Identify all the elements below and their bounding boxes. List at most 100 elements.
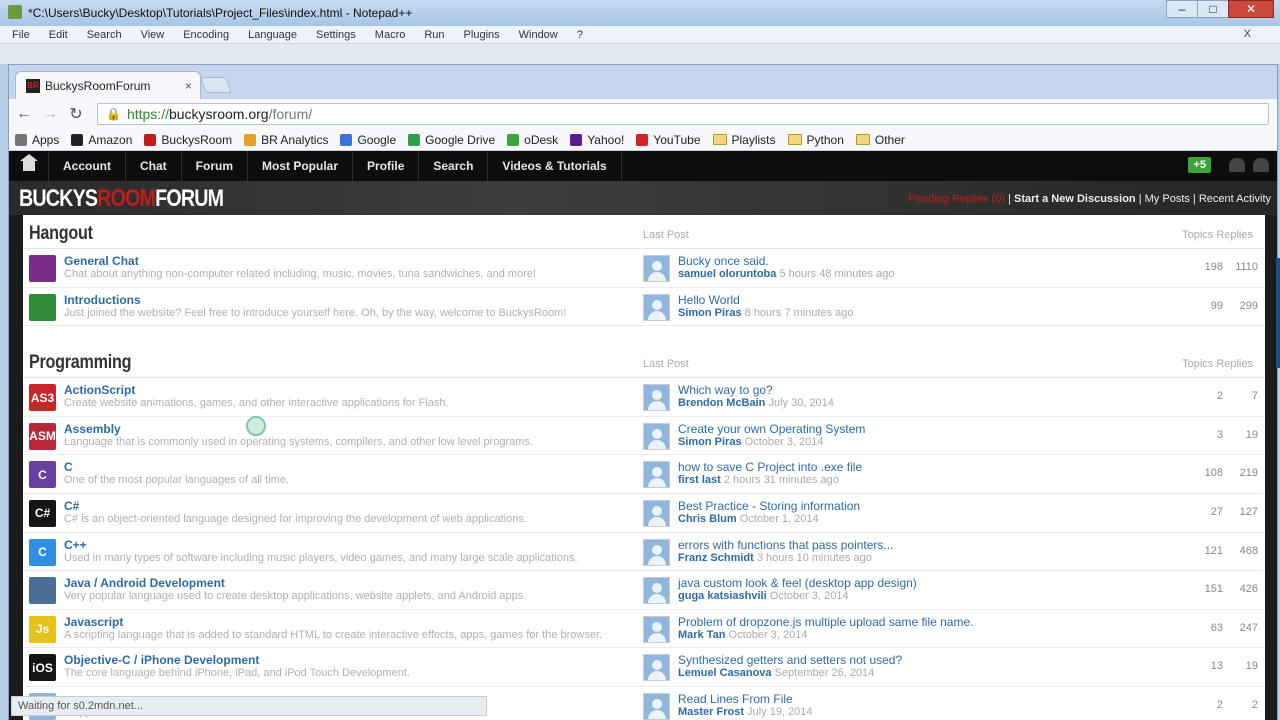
c-icon[interactable]: C: [29, 461, 56, 489]
bookmark-item[interactable]: Google: [340, 133, 396, 147]
nav-item[interactable]: Chat: [126, 151, 182, 181]
tab-close-icon[interactable]: ×: [185, 79, 192, 93]
forum-name-link[interactable]: C#: [64, 499, 79, 513]
csharp-icon[interactable]: C#: [29, 499, 56, 527]
forum-name-link[interactable]: Assembly: [64, 422, 121, 436]
last-post-link[interactable]: how to save C Project into .exe file: [678, 460, 862, 474]
last-post-user-link[interactable]: samuel oloruntoba: [678, 268, 776, 280]
close-doc-button[interactable]: X: [1244, 28, 1251, 40]
bookmark-item[interactable]: Python: [787, 133, 844, 147]
actionscript-icon[interactable]: AS3: [29, 384, 56, 412]
users-icon[interactable]: [29, 293, 56, 321]
last-post-link[interactable]: Hello World: [678, 293, 740, 307]
forum-name-link[interactable]: C: [64, 460, 73, 474]
avatar[interactable]: [643, 255, 670, 282]
chat-bubble-icon[interactable]: [29, 255, 56, 282]
last-post-link[interactable]: Create your own Operating System: [678, 422, 865, 436]
reload-icon[interactable]: ↻: [65, 104, 87, 124]
last-post-link[interactable]: Which way to go?: [678, 383, 773, 397]
bookmark-item[interactable]: BuckysRoom: [144, 133, 232, 147]
bookmark-item[interactable]: oDesk: [507, 133, 558, 147]
last-post-user-link[interactable]: Simon Piras: [678, 307, 742, 319]
nav-item[interactable]: Most Popular: [248, 151, 354, 181]
forum-name-link[interactable]: Javascript: [64, 615, 123, 629]
bookmark-item[interactable]: Amazon: [71, 133, 132, 147]
notification-badge[interactable]: +5: [1188, 157, 1211, 173]
forum-name-link[interactable]: ActionScript: [64, 383, 135, 397]
notepad-menu-item[interactable]: Macro: [375, 29, 406, 41]
notepad-menu-item[interactable]: Run: [424, 29, 444, 41]
assembly-icon[interactable]: ASM: [29, 422, 56, 450]
notepad-menu-item[interactable]: File: [12, 29, 30, 41]
avatar[interactable]: [643, 692, 670, 720]
nav-item[interactable]: Search: [419, 151, 489, 181]
avatar[interactable]: [643, 615, 670, 643]
nav-item[interactable]: Forum: [182, 151, 249, 181]
pending-replies-link[interactable]: Pending Replies (0): [908, 193, 1005, 205]
nav-item[interactable]: Account: [49, 151, 126, 181]
notepad-menu-item[interactable]: ?: [577, 29, 583, 41]
messages-icon[interactable]: [1253, 158, 1269, 172]
last-post-link[interactable]: Read Lines From File: [678, 692, 793, 706]
avatar[interactable]: [643, 499, 670, 527]
avatar[interactable]: [643, 577, 670, 605]
last-post-user-link[interactable]: Simon Piras: [678, 436, 742, 448]
forum-name-link[interactable]: Introductions: [64, 293, 141, 307]
bookmark-item[interactable]: Other: [855, 133, 905, 147]
forum-name-link[interactable]: General Chat: [64, 254, 139, 268]
last-post-link[interactable]: errors with functions that pass pointers…: [678, 538, 893, 552]
bookmark-item[interactable]: Playlists: [712, 133, 776, 147]
bookmark-item[interactable]: Google Drive: [408, 133, 495, 147]
last-post-user-link[interactable]: Mark Tan: [678, 629, 725, 641]
my-posts-link[interactable]: My Posts: [1145, 193, 1190, 205]
bookmark-item[interactable]: Yahoo!: [570, 133, 624, 147]
home-icon[interactable]: [9, 151, 49, 181]
last-post-link[interactable]: Problem of dropzone.js multiple upload s…: [678, 615, 974, 629]
maximize-button[interactable]: □: [1197, 0, 1229, 18]
java-icon[interactable]: [29, 577, 56, 605]
forward-arrow-icon[interactable]: →: [39, 105, 61, 123]
last-post-link[interactable]: Best Practice - Storing information: [678, 499, 860, 513]
avatar[interactable]: [643, 384, 670, 412]
last-post-user-link[interactable]: Franz Schmidt: [678, 552, 754, 564]
browser-tab[interactable]: BR BuckysRoomForum ×: [15, 71, 201, 99]
forum-name-link[interactable]: Objective-C / iPhone Development: [64, 653, 259, 667]
notepad-menu-item[interactable]: Window: [519, 29, 558, 41]
javascript-icon[interactable]: Js: [29, 615, 56, 643]
notepad-menu-item[interactable]: Edit: [49, 29, 68, 41]
last-post-user-link[interactable]: Lemuel Casanova: [678, 667, 772, 679]
url-input[interactable]: 🔒 https://buckysroom.org/forum/: [97, 103, 1269, 125]
last-post-user-link[interactable]: first last: [678, 474, 721, 486]
notepad-menu-item[interactable]: View: [141, 29, 165, 41]
notepad-menu-item[interactable]: Language: [248, 29, 297, 41]
notepad-menu-item[interactable]: Settings: [316, 29, 356, 41]
nav-item[interactable]: Profile: [353, 151, 420, 181]
recent-activity-link[interactable]: Recent Activity: [1199, 193, 1271, 205]
friends-icon[interactable]: [1229, 158, 1245, 172]
notepad-menu-item[interactable]: Search: [87, 29, 122, 41]
avatar[interactable]: [643, 422, 670, 450]
notepad-menu-item[interactable]: Encoding: [183, 29, 229, 41]
notepad-menu-item[interactable]: Plugins: [464, 29, 500, 41]
close-window-button[interactable]: ✕: [1228, 0, 1274, 18]
avatar[interactable]: [643, 293, 670, 321]
last-post-link[interactable]: Bucky once said.: [678, 254, 769, 268]
bookmark-item[interactable]: YouTube: [636, 133, 701, 147]
avatar[interactable]: [643, 654, 670, 682]
cpp-icon[interactable]: C: [29, 538, 56, 566]
last-post-user-link[interactable]: Brendon McBain: [678, 397, 765, 409]
forum-name-link[interactable]: C++: [64, 538, 87, 552]
bookmark-item[interactable]: Apps: [15, 133, 59, 147]
last-post-link[interactable]: java custom look & feel (desktop app des…: [678, 576, 917, 590]
last-post-user-link[interactable]: Master Frost: [678, 706, 744, 718]
bookmark-item[interactable]: BR Analytics: [244, 133, 328, 147]
site-logo[interactable]: BUCKYSROOMFORUM: [19, 185, 224, 213]
back-arrow-icon[interactable]: ←: [13, 105, 35, 123]
avatar[interactable]: [643, 538, 670, 566]
avatar[interactable]: [643, 461, 670, 489]
nav-item[interactable]: Videos & Tutorials: [488, 151, 622, 181]
minimize-button[interactable]: –: [1166, 0, 1198, 18]
forum-name-link[interactable]: Java / Android Development: [64, 576, 225, 590]
last-post-user-link[interactable]: guga katsiashvili: [678, 590, 767, 602]
last-post-user-link[interactable]: Chris Blum: [678, 513, 737, 525]
